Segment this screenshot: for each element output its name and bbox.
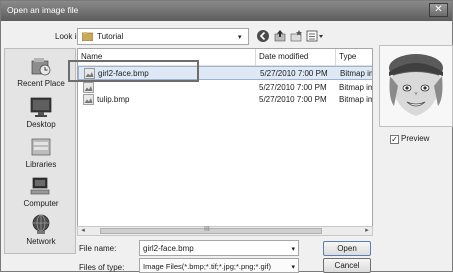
file-type-select[interactable]: Image Files(*.bmp;*.tif;*.jpg;*.png;*.gi… (139, 258, 299, 273)
view-menu-icon[interactable] (306, 29, 324, 43)
file-date: 5/27/2010 7:00 PM (260, 69, 328, 78)
grip-icon: III (204, 226, 210, 233)
title-bar: Open an image file ✕ (1, 1, 452, 21)
desktop-icon (30, 97, 52, 117)
file-name-label: File name: (79, 244, 117, 253)
cancel-button[interactable]: Cancel (323, 258, 371, 273)
horizontal-scrollbar[interactable]: ◂ III ▸ (77, 226, 373, 236)
preview-label: Preview (401, 134, 430, 143)
look-in-value: Tutorial (97, 32, 124, 41)
up-folder-icon[interactable] (273, 29, 287, 43)
chevron-down-icon: ▾ (238, 34, 242, 41)
look-in-dropdown[interactable]: Tutorial ▾ (77, 28, 249, 45)
preview-pane (379, 45, 453, 127)
back-icon[interactable] (256, 29, 270, 43)
place-label: Recent Place (17, 79, 65, 88)
callout-highlight-box (68, 60, 199, 82)
place-label: Libraries (25, 160, 57, 169)
column-header-date[interactable]: Date modified (256, 49, 336, 65)
file-type: Bitmap im (339, 95, 373, 104)
preview-image-girl-face (380, 46, 452, 126)
recent-places-icon (31, 58, 51, 76)
scroll-left-arrow-icon[interactable]: ◂ (78, 227, 88, 235)
column-header-type[interactable]: Type (336, 49, 372, 65)
place-recent-places[interactable]: Recent Place (5, 55, 77, 88)
file-name-value: girl2-face.bmp (143, 244, 194, 253)
file-name-input[interactable]: girl2-face.bmp ▾ (139, 240, 299, 256)
libraries-icon (31, 138, 51, 156)
file-type: Bitmap im (340, 69, 373, 78)
file-type-value: Image Files(*.bmp;*.tif;*.jpg;*.png;*.gi… (143, 262, 271, 271)
place-desktop[interactable]: Desktop (5, 96, 77, 129)
place-computer[interactable]: Computer (5, 175, 77, 208)
chevron-down-icon: ▾ (291, 264, 295, 271)
preview-checkbox[interactable]: ✓ Preview (390, 134, 429, 144)
file-name: tulip.bmp (97, 95, 130, 104)
bitmap-file-icon (83, 82, 94, 93)
file-type-label: Files of type: (79, 263, 125, 272)
file-row-tulip[interactable]: tulip.bmp 5/27/2010 7:00 PM Bitmap im (78, 93, 373, 107)
scrollbar-thumb[interactable]: III (100, 226, 322, 234)
place-label: Desktop (26, 120, 56, 129)
place-libraries[interactable]: Libraries (5, 136, 77, 169)
places-bar: Recent Place Desktop Libraries Computer … (4, 48, 76, 254)
place-label: Network (26, 237, 56, 246)
computer-icon (30, 177, 50, 195)
scroll-right-arrow-icon[interactable]: ▸ (362, 227, 372, 235)
network-icon (32, 214, 50, 234)
place-label: Computer (23, 199, 59, 208)
window-title: Open an image file (7, 5, 79, 15)
close-button[interactable]: ✕ (429, 3, 448, 17)
navigation-toolbar (256, 29, 326, 45)
open-image-dialog: Open an image file ✕ Look in: Tutorial ▾ (0, 0, 453, 273)
checkbox-check-icon: ✓ (390, 135, 399, 144)
file-date: 5/27/2010 7:00 PM (259, 95, 327, 104)
open-button[interactable]: Open (323, 241, 371, 256)
folder-icon (82, 32, 93, 41)
new-folder-icon[interactable] (289, 29, 303, 43)
place-network[interactable]: Network (5, 213, 77, 246)
bitmap-file-icon (83, 94, 94, 105)
chevron-down-icon[interactable]: ▾ (291, 245, 295, 253)
